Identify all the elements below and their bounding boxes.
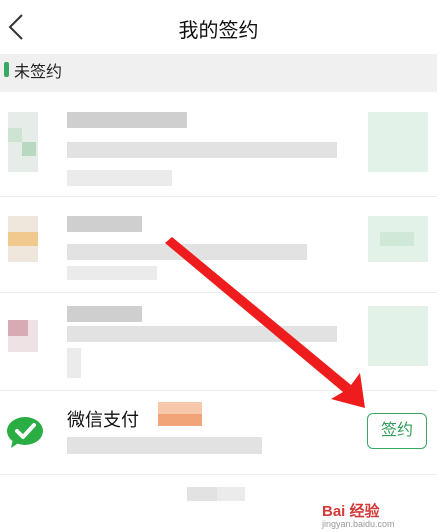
item-desc-blur: [67, 266, 157, 280]
item-title-blur: [67, 306, 142, 322]
section-label: 未签约: [14, 62, 63, 81]
app-icon-pixel: [22, 142, 36, 156]
item-desc-blur: [67, 244, 307, 260]
action-button-blur: [380, 232, 414, 246]
item-desc-blur: [67, 326, 337, 342]
item-title: 微信支付: [67, 410, 139, 431]
footer-blur: [187, 487, 217, 501]
app-icon-pixel: [8, 320, 28, 336]
divider: [0, 196, 437, 197]
item-title-blur: [67, 112, 187, 128]
page-title: 我的签约: [178, 18, 259, 42]
item-desc-blur: [67, 348, 81, 378]
top-nav-bar: 我的签约: [0, 0, 437, 54]
divider: [0, 390, 437, 391]
divider: [0, 474, 437, 475]
item-desc-blur: [67, 142, 337, 158]
sign-button[interactable]: 签约: [367, 413, 427, 449]
watermark-logo: Bai 经验: [322, 503, 380, 520]
divider: [0, 292, 437, 293]
action-button-blur[interactable]: [368, 306, 428, 366]
wechat-pay-icon: [7, 417, 43, 448]
item-title-blur: [67, 216, 142, 232]
section-header: 未签约: [0, 54, 437, 92]
watermark: Bai 经验 jingyan.baidu.com: [322, 500, 434, 530]
action-button-blur[interactable]: [368, 112, 428, 172]
item-desc-blur: [67, 437, 262, 454]
item-desc-blur: [67, 170, 172, 186]
app-icon-pixel: [8, 128, 22, 142]
badge-blur: [158, 414, 202, 426]
app-icon-pixel: [8, 232, 38, 246]
watermark-url: jingyan.baidu.com: [322, 519, 395, 529]
footer-blur: [217, 487, 245, 501]
section-accent-bar: [4, 62, 9, 77]
